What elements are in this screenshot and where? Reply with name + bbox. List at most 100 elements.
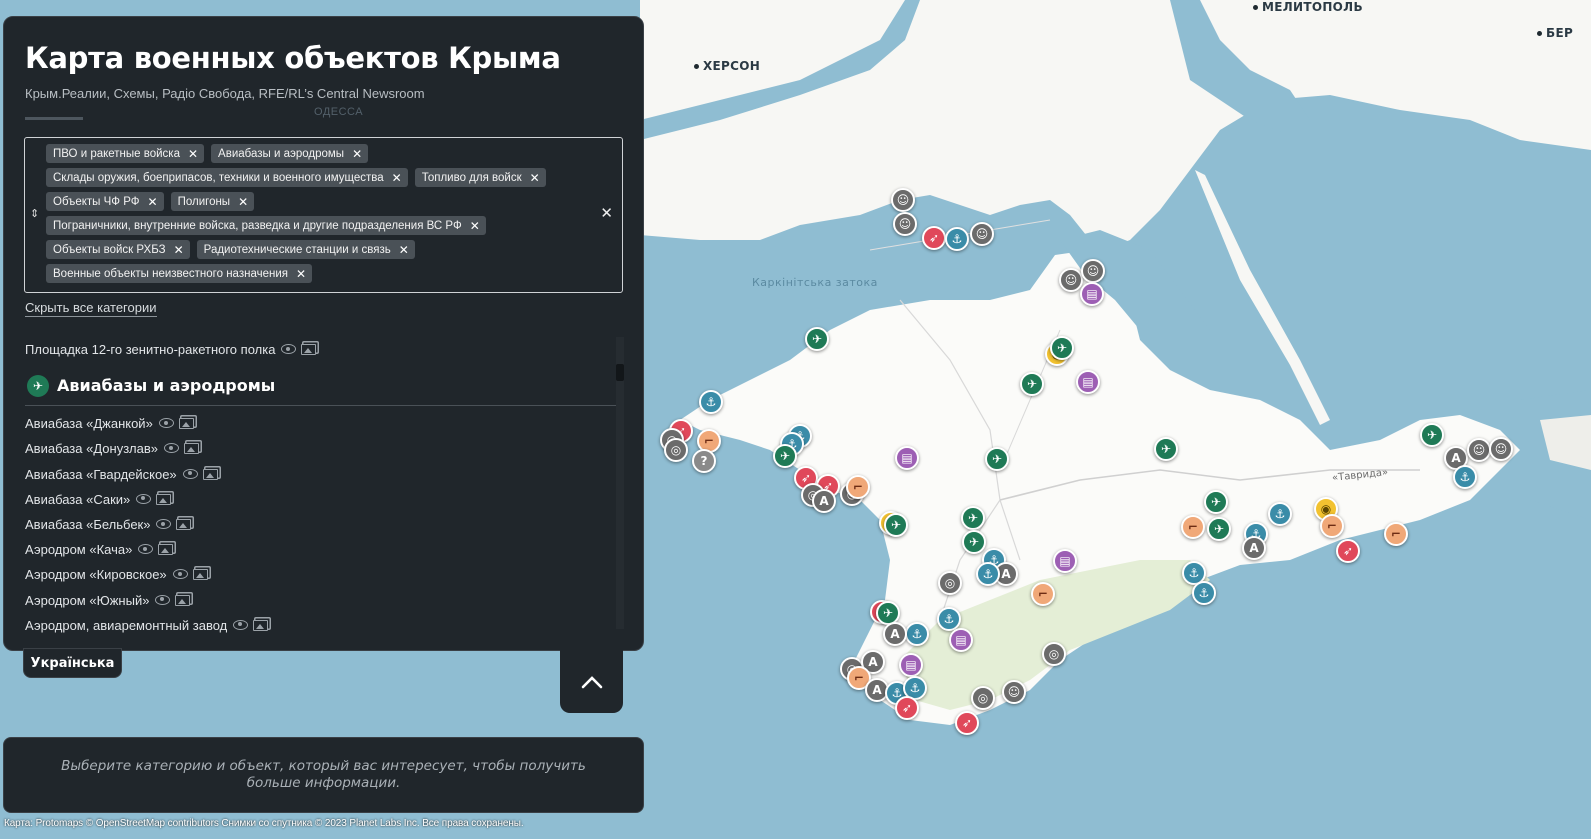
map-marker-navy[interactable]: ⚓ (945, 227, 969, 251)
chip-remove-icon[interactable]: ✕ (174, 243, 184, 257)
collapse-panel-button[interactable] (560, 650, 623, 713)
map-marker-border[interactable]: ☺ (1002, 680, 1026, 704)
chip-remove-icon[interactable]: ✕ (392, 171, 402, 185)
language-button[interactable]: Українська (23, 648, 122, 678)
image-icon[interactable] (176, 519, 192, 531)
map-marker-radio[interactable]: A (812, 489, 836, 513)
map-marker-navy[interactable]: ⚓ (905, 622, 929, 646)
map-marker-radio[interactable]: ◎ (664, 438, 688, 462)
scrollbar-thumb[interactable] (616, 364, 624, 381)
map-marker-airbase[interactable]: ✈ (962, 530, 986, 554)
chip-remove-icon[interactable]: ✕ (188, 147, 198, 161)
image-icon[interactable] (183, 443, 199, 455)
chip-remove-icon[interactable]: ✕ (399, 243, 409, 257)
map-marker-airbase[interactable]: ✈ (961, 506, 985, 530)
map-marker-radio[interactable]: ◎ (971, 686, 995, 710)
eye-icon[interactable] (163, 443, 179, 454)
map-marker-airbase[interactable]: ✈ (985, 447, 1009, 471)
map-marker-border[interactable]: ☺ (1467, 438, 1491, 462)
eye-icon[interactable] (281, 344, 297, 355)
list-item[interactable]: Площадка 12-го зенитно-ракетного полка (25, 337, 620, 362)
eye-icon[interactable] (182, 468, 198, 479)
map-marker-navy[interactable]: ⚓ (699, 390, 723, 414)
map-marker-fuel[interactable]: ⌐ (1384, 522, 1408, 546)
image-icon[interactable] (301, 344, 317, 356)
map-marker-pvo[interactable]: ➶ (955, 711, 979, 735)
map-marker-warehouse[interactable]: ▤ (1080, 282, 1104, 306)
eye-icon[interactable] (138, 544, 154, 555)
image-icon[interactable] (202, 468, 218, 480)
list-item[interactable]: Аэродром «Кача» (25, 537, 620, 562)
map-marker-airbase[interactable]: ✈ (1204, 490, 1228, 514)
map-marker-border[interactable]: ☺ (893, 212, 917, 236)
map-marker-airbase[interactable]: ✈ (805, 327, 829, 351)
map-marker-border[interactable]: ☺ (970, 222, 994, 246)
map-marker-navy[interactable]: ⚓ (1453, 465, 1477, 489)
map-marker-border[interactable]: ☺ (1489, 437, 1513, 461)
image-icon[interactable] (156, 493, 172, 505)
map-marker-airbase[interactable]: ✈ (1020, 372, 1044, 396)
image-icon[interactable] (158, 544, 174, 556)
chip-remove-icon[interactable]: ✕ (470, 219, 480, 233)
map-marker-border[interactable]: ☺ (1059, 268, 1083, 292)
list-item[interactable]: Авиабаза «Гвардейское» (25, 462, 620, 487)
eye-icon[interactable] (155, 594, 171, 605)
plane-icon: ✈ (27, 374, 49, 397)
chip-remove-icon[interactable]: ✕ (530, 171, 540, 185)
eye-icon[interactable] (156, 519, 172, 530)
image-icon[interactable] (253, 619, 269, 631)
map-marker-airbase[interactable]: ✈ (884, 513, 908, 537)
list-item[interactable]: Аэродром «Кировское» (25, 562, 620, 587)
map-marker-unknown[interactable]: ? (692, 449, 716, 473)
map-marker-radio[interactable]: ◎ (938, 571, 962, 595)
map-marker-radio[interactable]: A (1242, 536, 1266, 560)
chip-remove-icon[interactable]: ✕ (296, 267, 306, 281)
list-item[interactable]: Авиабаза «Донузлав» (25, 436, 620, 461)
map-marker-warehouse[interactable]: ▤ (895, 446, 919, 470)
map-marker-airbase[interactable]: ✈ (1050, 336, 1074, 360)
list-item[interactable]: Аэродром «Южный» (25, 588, 620, 613)
chip-remove-icon[interactable]: ✕ (352, 147, 362, 161)
eye-icon[interactable] (233, 619, 249, 630)
eye-icon[interactable] (172, 569, 188, 580)
image-icon[interactable] (175, 594, 191, 606)
image-icon[interactable] (178, 418, 194, 430)
map-marker-border[interactable]: ☺ (891, 188, 915, 212)
map-marker-pvo[interactable]: ➶ (1336, 539, 1360, 563)
chevron-updown-icon[interactable]: ⇕ (30, 207, 39, 220)
list-item[interactable]: Авиабаза «Джанкой» (25, 411, 620, 436)
list-item[interactable]: Авиабаза «Бельбек» (25, 512, 620, 537)
map-marker-warehouse[interactable]: ▤ (1053, 549, 1077, 573)
map-marker-airbase[interactable]: ✈ (1207, 517, 1231, 541)
map-marker-radio[interactable]: A (883, 622, 907, 646)
city-label-berdyansk: БЕР (1536, 26, 1574, 40)
map-marker-airbase[interactable]: ✈ (1154, 437, 1178, 461)
map-marker-navy[interactable]: ⚓ (1192, 581, 1216, 605)
map-marker-airbase[interactable]: ✈ (1420, 423, 1444, 447)
category-chip: Объекты ЧФ РФ ✕ (46, 192, 164, 211)
map-marker-navy[interactable]: ⚓ (976, 562, 1000, 586)
map-marker-navy[interactable]: ⚓ (1268, 502, 1292, 526)
chip-remove-icon[interactable]: ✕ (238, 195, 248, 209)
map-marker-warehouse[interactable]: ▤ (1076, 370, 1100, 394)
map-marker-pvo[interactable]: ➶ (922, 226, 946, 250)
image-icon[interactable] (192, 569, 208, 581)
list-item[interactable]: Аэродром, авиаремонтный завод (25, 613, 620, 637)
hide-categories-link[interactable]: Скрыть все категории (25, 300, 157, 317)
map-marker-warehouse[interactable]: ▤ (949, 628, 973, 652)
map-marker-warehouse[interactable]: ▤ (899, 653, 923, 677)
chip-remove-icon[interactable]: ✕ (148, 195, 158, 209)
map-marker-pvo[interactable]: ➶ (895, 696, 919, 720)
eye-icon[interactable] (158, 418, 174, 429)
map-marker-radio[interactable]: ◎ (1042, 642, 1066, 666)
eye-icon[interactable] (136, 493, 152, 504)
map-marker-airbase[interactable]: ✈ (773, 444, 797, 468)
map-marker-fuel[interactable]: ⌐ (1181, 515, 1205, 539)
map-marker-fuel[interactable]: ⌐ (1031, 582, 1055, 606)
category-filter[interactable]: ⇕ ПВО и ракетные войска ✕ Авиабазы и аэро… (24, 137, 623, 293)
map-marker-border[interactable]: ☺ (1081, 259, 1105, 283)
list-item[interactable]: Авиабаза «Саки» (25, 487, 620, 512)
clear-all-icon[interactable]: ✕ (600, 204, 613, 222)
map-marker-fuel[interactable]: ⌐ (1320, 514, 1344, 538)
map-marker-fuel[interactable]: ⌐ (846, 475, 870, 499)
